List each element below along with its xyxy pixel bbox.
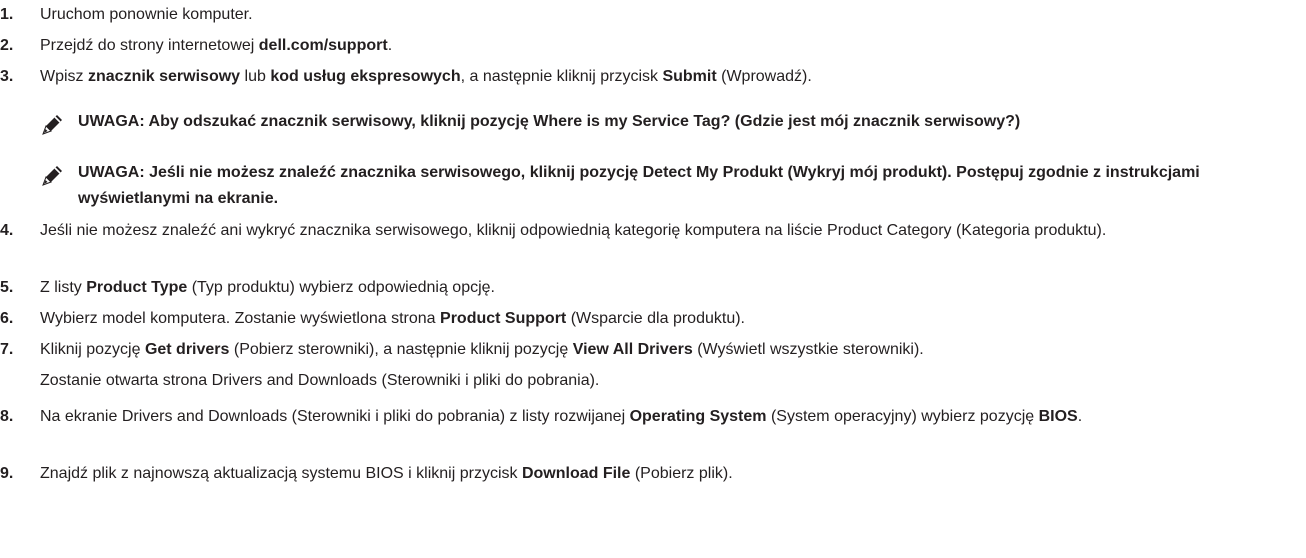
step-text: Na ekranie Drivers and Downloads (Sterow… [40,404,1298,430]
step-1: 1. Uruchom ponownie komputer. [0,2,1306,28]
text-run: Wybierz model komputera. Zostanie wyświe… [40,310,441,327]
text-run: Przejdź do strony internetowej [40,37,259,54]
text-run: Uruchom ponownie komputer. [40,6,253,23]
step-number: 9. [0,465,14,482]
text-run: Na ekranie Drivers and Downloads (Sterow… [40,408,630,425]
emphasis-text: Product Type [86,279,188,296]
emphasis-text: Product Support [440,310,567,327]
emphasis-text: Submit [662,68,717,85]
text-run: . [1077,408,1083,425]
step-text: Wpisz znacznik serwisowy lub kod usług e… [40,64,1298,90]
text-run: (Pobierz sterowniki), a następnie klikni… [229,341,573,358]
step-text: Kliknij pozycję Get drivers (Pobierz ste… [40,337,1298,363]
note-2: UWAGA: Jeśli nie możesz znaleźć znacznik… [40,160,1306,212]
text-run: (Wsparcie dla produktu). [566,310,745,327]
step-number: 1. [0,6,14,23]
step-4: 4. Jeśli nie możesz znaleźć ani wykryć z… [0,218,1306,244]
step-number: 8. [0,408,14,425]
step-number: 6. [0,310,14,327]
step-text: Przejdź do strony internetowej dell.com/… [40,33,1298,59]
note-1: UWAGA: Aby odszukać znacznik serwisowy, … [40,109,1306,135]
step-2: 2. Przejdź do strony internetowej dell.c… [0,33,1306,59]
note-pencil-icon [40,162,66,188]
step-3: 3. Wpisz znacznik serwisowy lub kod usłu… [0,64,1306,90]
step-text: Wybierz model komputera. Zostanie wyświe… [40,306,1298,332]
text-run: (System operacyjny) wybierz pozycję [766,408,1039,425]
step-number: 5. [0,279,14,296]
text-run: Z listy [40,279,87,296]
emphasis-text: znacznik serwisowy [88,68,241,85]
step-number: 2. [0,37,14,54]
text-run: Kliknij pozycję [40,341,145,358]
emphasis-text: dell.com/support [258,37,388,54]
text-run: (Wprowadź). [716,68,812,85]
emphasis-text: View All Drivers [572,341,693,358]
emphasis-text: Download File [521,465,631,482]
text-run: (Wyświetl wszystkie sterowniki). [692,341,924,358]
step-8: 8. Na ekranie Drivers and Downloads (Ste… [0,404,1306,430]
step-number: 3. [0,68,14,85]
text-run: Jeśli nie możesz znaleźć ani wykryć znac… [40,222,1107,239]
step-6: 6. Wybierz model komputera. Zostanie wyś… [0,306,1306,332]
step-7: 7. Kliknij pozycję Get drivers (Pobierz … [0,337,1306,363]
emphasis-text: BIOS [1038,408,1078,425]
text-run: Znajdź plik z najnowszą aktualizacją sys… [40,465,522,482]
step-number: 7. [0,341,14,358]
step-text: Z listy Product Type (Typ produktu) wybi… [40,275,1298,301]
step-text: Jeśli nie możesz znaleźć ani wykryć znac… [40,218,1298,244]
step-text: Znajdź plik z najnowszą aktualizacją sys… [40,461,1298,487]
emphasis-text: kod usług ekspresowych [270,68,461,85]
text-run: , a następnie kliknij przycisk [460,68,663,85]
step-text: Uruchom ponownie komputer. [40,2,1298,28]
text-run: Wpisz [40,68,88,85]
text-run: (Typ produktu) wybierz odpowiednią opcję… [187,279,495,296]
step-9: 9. Znajdź plik z najnowszą aktualizacją … [0,461,1306,487]
text-run: lub [240,68,271,85]
emphasis-text: Get drivers [144,341,230,358]
text-run: (Pobierz plik). [630,465,733,482]
note-text: UWAGA: Aby odszukać znacznik serwisowy, … [78,113,1021,130]
step-number: 4. [0,222,14,239]
emphasis-text: Operating System [629,408,767,425]
note-pencil-icon [40,111,66,137]
note-text: UWAGA: Jeśli nie możesz znaleźć znacznik… [78,164,1200,207]
text-run: . [387,37,393,54]
step-7-continuation: Zostanie otwarta strona Drivers and Down… [40,372,600,389]
step-5: 5. Z listy Product Type (Typ produktu) w… [0,275,1306,301]
